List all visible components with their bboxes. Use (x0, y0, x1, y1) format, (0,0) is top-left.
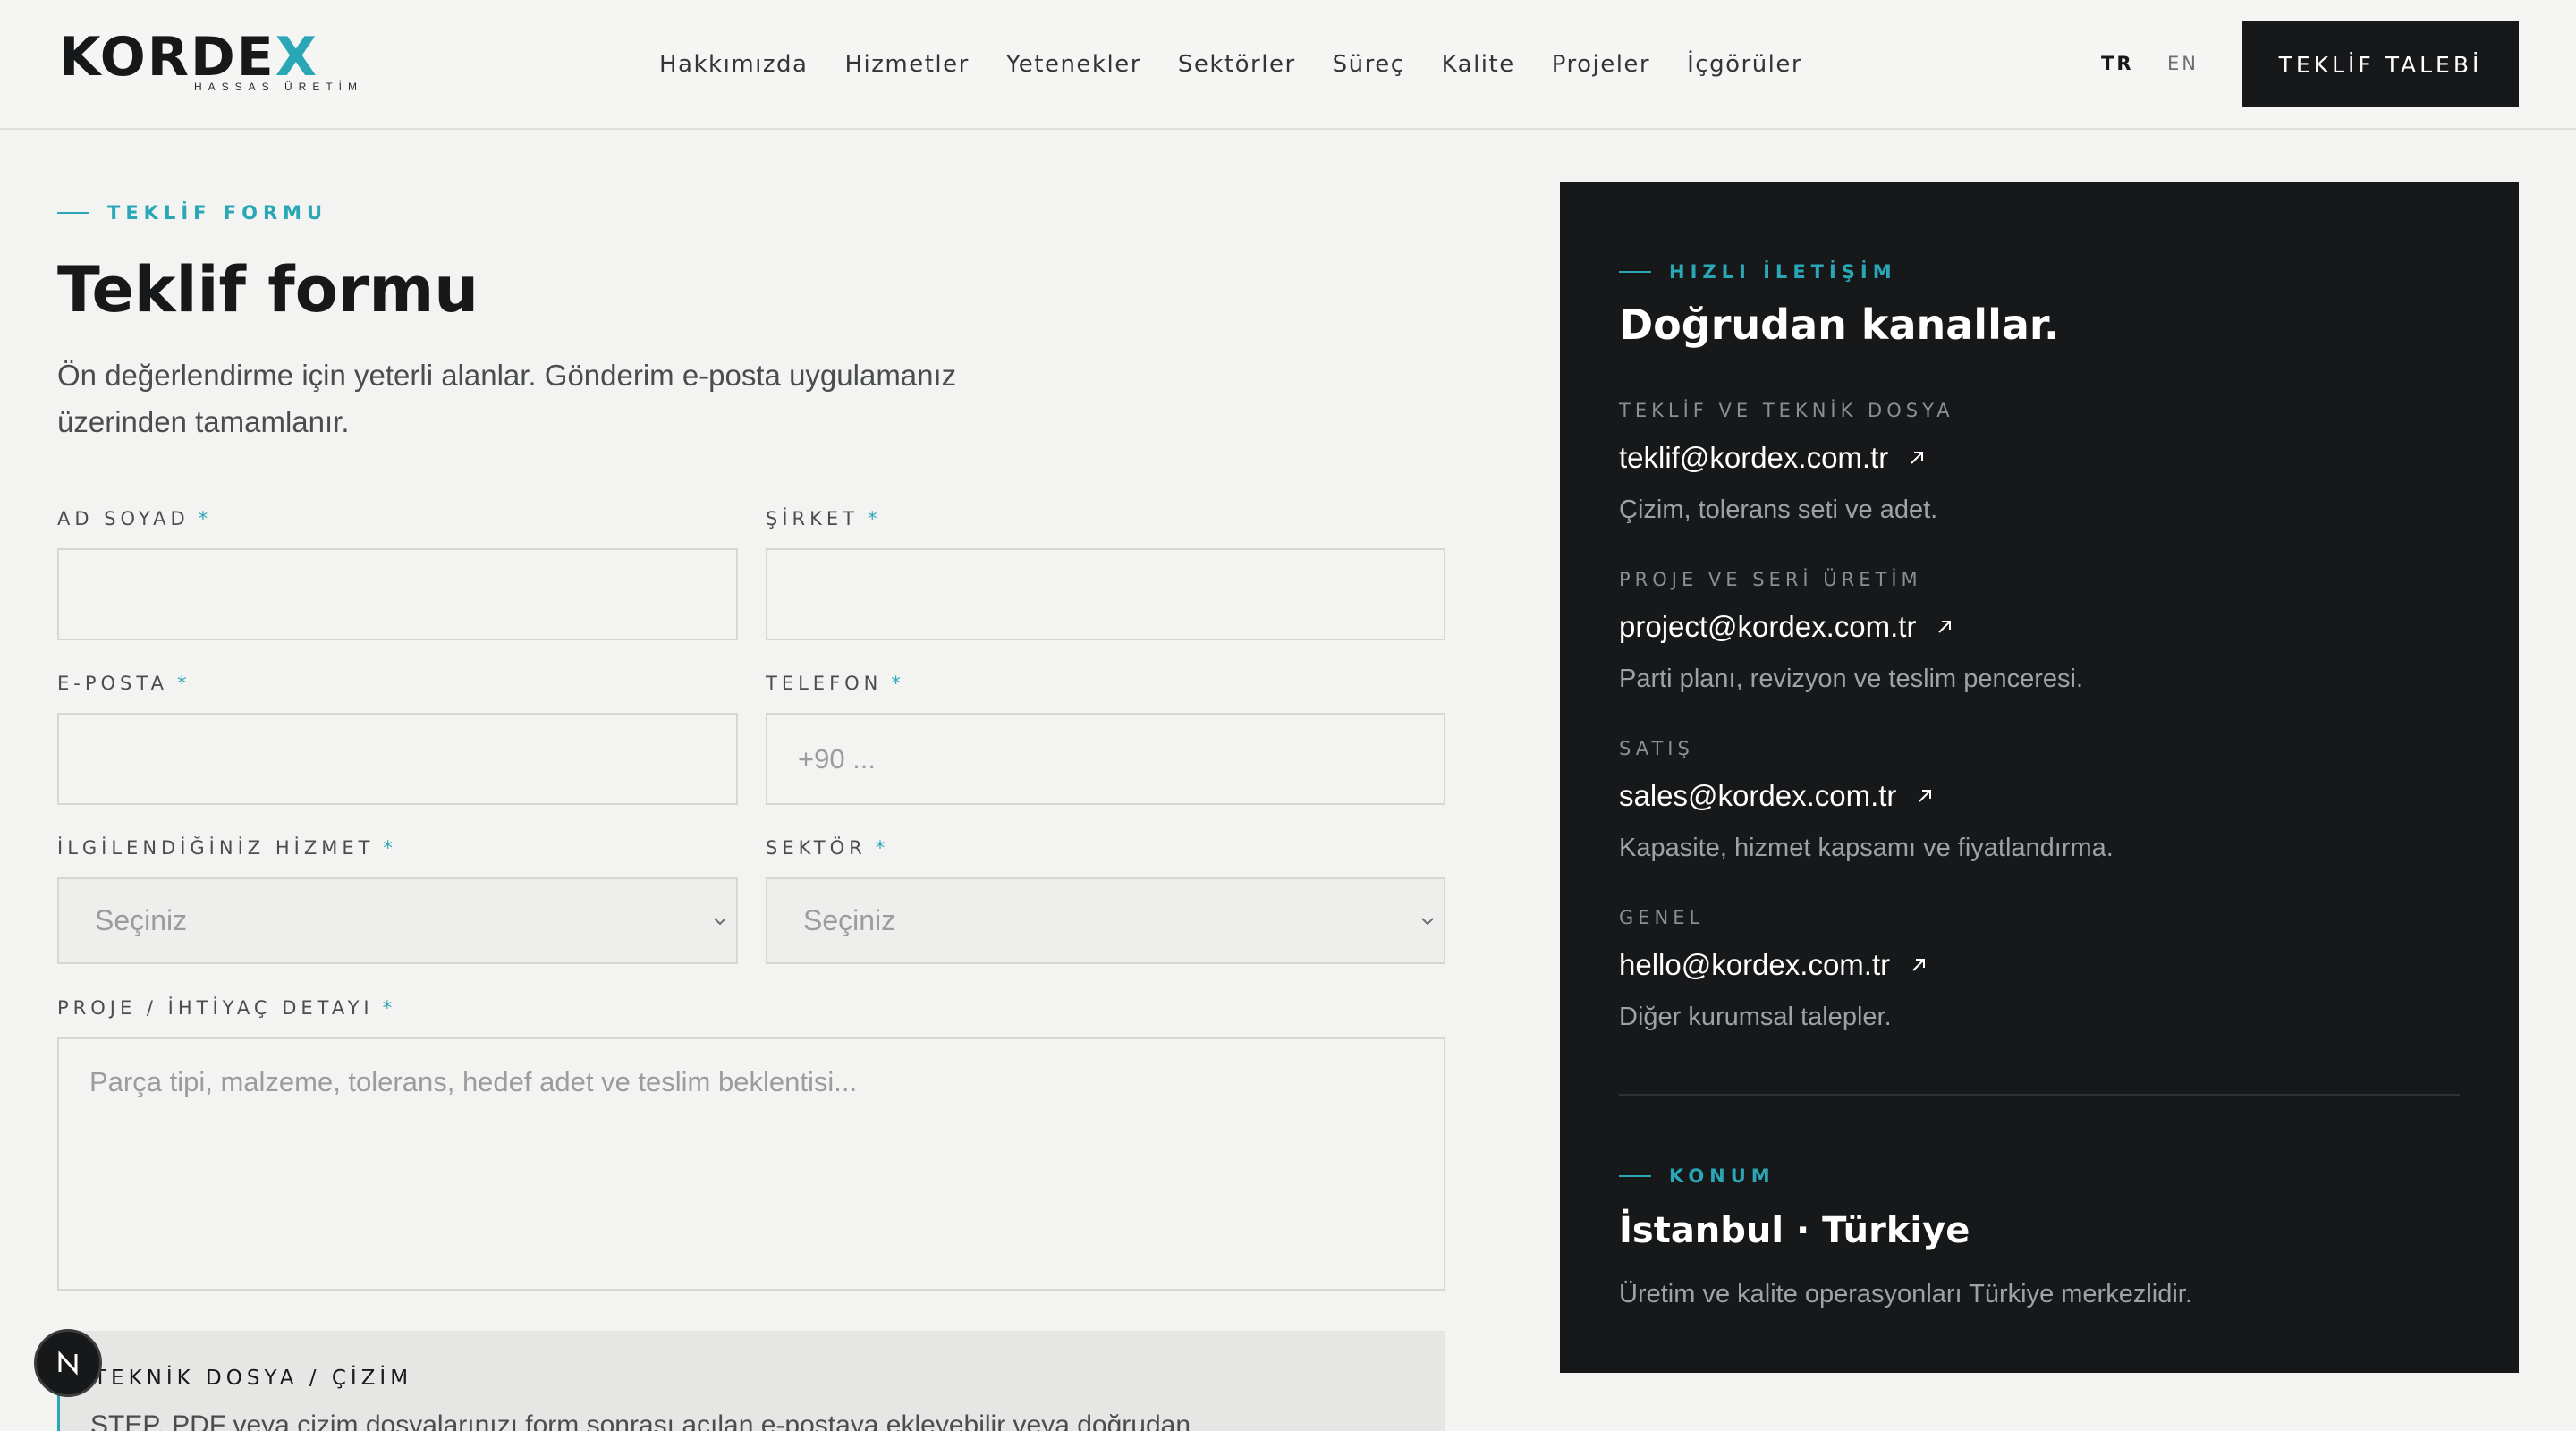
location-description: Üretim ve kalite operasyonları Türkiye m… (1619, 1280, 2192, 1308)
panel-title: Doğrudan kanallar. (1619, 301, 2060, 349)
channel-email-link[interactable]: sales@kordex.com.tr (1619, 776, 1934, 816)
nav-item-projects[interactable]: Projeler (1552, 47, 1650, 82)
nav-item-quality[interactable]: Kalite (1442, 47, 1515, 82)
n-logo-icon (58, 1351, 78, 1376)
file-box-title: TEKNİK DOSYA / ÇİZİM (94, 1367, 413, 1390)
nav-item-about[interactable]: Hakkımızda (659, 47, 808, 82)
eyebrow-dash (57, 212, 89, 214)
logo-wordmark: KORDEX (59, 26, 319, 89)
lang-en-button[interactable]: EN (2167, 50, 2199, 77)
phone-label: TELEFON * (766, 673, 905, 694)
quick-contact-panel: HIZLI İLETİŞİM Doğrudan kanallar. TEKLİF… (1560, 182, 2519, 1373)
quote-request-button[interactable]: TEKLİF TALEBİ (2242, 21, 2519, 107)
nav-item-insights[interactable]: İçgörüler (1687, 47, 1802, 82)
sector-label: SEKTÖR * (766, 837, 890, 859)
channel-description: Çizim, tolerans seti ve adet. (1619, 495, 1938, 524)
service-select-value: Seçiniz (95, 904, 188, 936)
service-label: İLGİLENDİĞİNİZ HİZMET * (57, 837, 397, 859)
channel-description: Parti planı, revizyon ve teslim penceres… (1619, 665, 2083, 693)
arrow-up-right-icon (1938, 621, 1952, 633)
channel-label: GENEL (1619, 907, 1705, 928)
logo-tagline: HASSAS ÜRETİM (193, 80, 363, 93)
location-title: İstanbul · Türkiye (1619, 1210, 1970, 1251)
channel-email-link[interactable]: project@kordex.com.tr (1619, 607, 1953, 647)
email-label: E-POSTA * (57, 673, 191, 694)
channel-label: SATIŞ (1619, 738, 1694, 759)
form-eyebrow: TEKLİF FORMU (57, 200, 327, 225)
channel-label: TEKLİF VE TEKNİK DOSYA (1619, 400, 1954, 421)
nav-item-capabilities[interactable]: Yetenekler (1006, 47, 1141, 82)
logo[interactable]: KORDEX HASSAS ÜRETİM (59, 30, 363, 93)
panel-eyebrow-text: HIZLI İLETİŞİM (1669, 261, 1897, 283)
arrow-up-right-icon (1911, 452, 1924, 464)
phone-input[interactable] (766, 713, 1445, 805)
nav-item-process[interactable]: Süreç (1333, 47, 1405, 82)
name-label: AD SOYAD * (57, 508, 213, 529)
form-intro: Ön değerlendirme için yeterli alanlar. G… (57, 359, 957, 438)
name-input[interactable] (57, 548, 738, 640)
eyebrow-dash (1619, 271, 1651, 273)
technical-file-box: TEKNİK DOSYA / ÇİZİM STEP, PDF veya çizi… (57, 1331, 1445, 1431)
nav-item-sectors[interactable]: Sektörler (1178, 47, 1296, 82)
lang-tr-button[interactable]: TR (2101, 50, 2134, 77)
page-title: Teklif formu (57, 253, 479, 326)
arrow-up-right-icon (1912, 959, 1926, 971)
panel-divider (1619, 1094, 2460, 1096)
channel-description: Kapasite, hizmet kapsamı ve fiyatlandırm… (1619, 834, 2114, 862)
company-input[interactable] (766, 548, 1445, 640)
detail-label: PROJE / İHTİYAÇ DETAYI * (57, 997, 397, 1019)
sector-select-value: Seçiniz (803, 904, 896, 936)
location-eyebrow-text: KONUM (1669, 1165, 1775, 1187)
channel-email-link[interactable]: teklif@kordex.com.tr (1619, 438, 1926, 478)
panel-eyebrow: HIZLI İLETİŞİM (1619, 259, 1897, 284)
sector-select[interactable]: Seçiniz (766, 877, 1445, 964)
eyebrow-dash (1619, 1175, 1651, 1177)
chevron-down-icon (1421, 917, 1434, 925)
channel-label: PROJE VE SERİ ÜRETİM (1619, 569, 1922, 590)
nav-item-services[interactable]: Hizmetler (844, 47, 969, 82)
main-nav: Hakkımızda Hizmetler Yetenekler Sektörle… (659, 47, 1839, 82)
file-box-description: STEP, PDF veya çizim dosyalarınızı form … (90, 1410, 1191, 1431)
detail-textarea[interactable] (57, 1037, 1445, 1291)
channel-email-link[interactable]: hello@kordex.com.tr (1619, 945, 1928, 985)
email-input[interactable] (57, 713, 738, 805)
company-label: ŞİRKET * (766, 508, 882, 529)
form-eyebrow-text: TEKLİF FORMU (107, 202, 328, 224)
chevron-down-icon (714, 917, 726, 925)
location-eyebrow: KONUM (1619, 1164, 1775, 1189)
site-header: KORDEX HASSAS ÜRETİM Hakkımızda Hizmetle… (0, 0, 2576, 130)
n-logo-badge[interactable] (34, 1329, 102, 1397)
arrow-up-right-icon (1919, 790, 1932, 802)
service-select[interactable]: Seçiniz (57, 877, 738, 964)
channel-description: Diğer kurumsal talepler. (1619, 1003, 1892, 1031)
